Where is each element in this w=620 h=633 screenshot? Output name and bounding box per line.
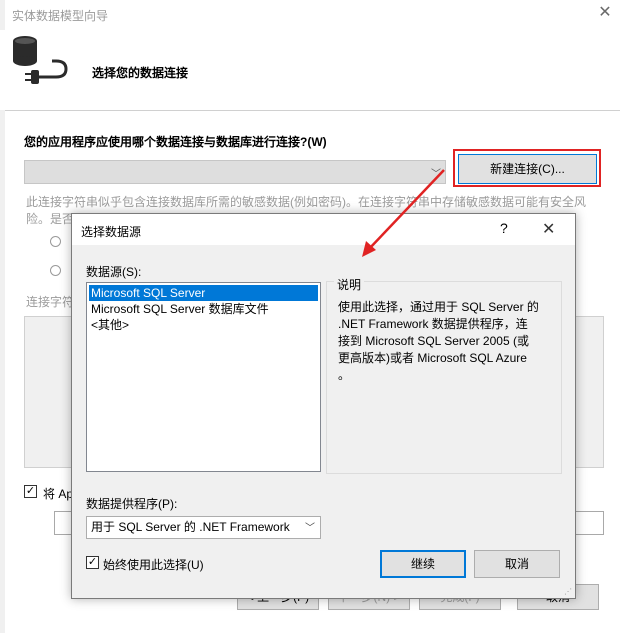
sensitive-option-radio[interactable]: [50, 265, 61, 276]
choose-data-source-dialog: 选择数据源 ? ✕ 数据源(S): Microsoft SQL Server M…: [71, 213, 576, 599]
description-line: 。: [338, 368, 351, 382]
always-use-checkbox[interactable]: ✓: [86, 556, 99, 569]
database-plug-icon: [13, 36, 68, 84]
dialog-title: 选择数据源: [81, 225, 142, 239]
window-title: 实体数据模型向导: [12, 9, 109, 23]
always-use-label[interactable]: 始终使用此选择(U): [103, 556, 204, 573]
chevron-down-icon: ﹀: [431, 169, 441, 180]
provider-value: 用于 SQL Server 的 .NET Framework: [91, 520, 290, 534]
description-line: 接到 Microsoft SQL Server 2005 (或: [338, 334, 529, 348]
connection-question-label: 您的应用程序应使用哪个数据连接与数据库进行连接?(W): [24, 135, 327, 149]
connection-string-scrollbar[interactable]: [588, 318, 602, 466]
resize-grip-icon[interactable]: ⋰: [564, 587, 574, 597]
continue-button[interactable]: 继续: [380, 550, 466, 578]
description-line: 更高版本)或者 Microsoft SQL Azure: [338, 351, 527, 365]
description-line: .NET Framework 数据提供程序，连: [338, 317, 528, 331]
datasource-item[interactable]: Microsoft SQL Server: [89, 285, 318, 301]
datasource-list[interactable]: Microsoft SQL Server Microsoft SQL Serve…: [86, 282, 321, 472]
save-connection-checkbox[interactable]: ✓: [24, 485, 37, 498]
description-line: 使用此选择，通过用于 SQL Server 的: [338, 300, 539, 314]
datasource-item[interactable]: Microsoft SQL Server 数据库文件: [89, 301, 318, 317]
dialog-cancel-button[interactable]: 取消: [474, 550, 560, 578]
header-divider: [5, 110, 620, 111]
chevron-down-icon: ﹀: [305, 523, 315, 534]
close-icon[interactable]: ✕: [595, 3, 615, 23]
new-connection-button[interactable]: 新建连接(C)...: [458, 154, 597, 184]
description-text: 使用此选择，通过用于 SQL Server 的 .NET Framework 数…: [338, 299, 558, 384]
close-icon[interactable]: ✕: [542, 219, 555, 239]
description-title: 说明: [334, 276, 365, 293]
datasource-label: 数据源(S):: [86, 265, 142, 279]
header-title: 选择您的数据连接: [92, 66, 189, 80]
provider-label: 数据提供程序(P):: [86, 497, 178, 511]
connection-select[interactable]: ﹀: [24, 160, 446, 184]
sensitive-option-radio[interactable]: [50, 236, 61, 247]
sensitive-notice-line: 此连接字符串似乎包含连接数据库所需的敏感数据(例如密码)。在连接字符串中存储敏感…: [26, 195, 586, 209]
save-connection-label: 将 Ap: [43, 487, 74, 501]
provider-select[interactable]: 用于 SQL Server 的 .NET Framework ﹀: [86, 516, 321, 539]
datasource-item[interactable]: <其他>: [89, 317, 318, 333]
connection-string-label: 连接字符: [26, 295, 75, 309]
help-icon[interactable]: ?: [500, 220, 508, 236]
